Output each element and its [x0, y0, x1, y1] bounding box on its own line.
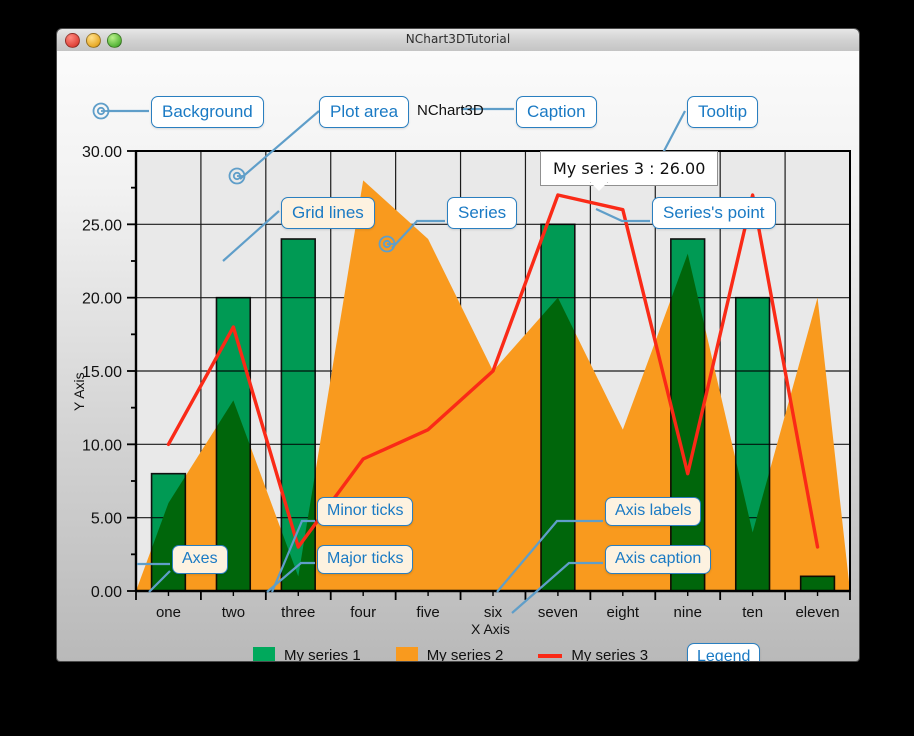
x-axis-label: two	[222, 604, 245, 621]
callout-minor-ticks[interactable]: Minor ticks	[317, 497, 414, 526]
y-axis-caption: Y Axis	[71, 372, 87, 411]
bar[interactable]	[280, 238, 316, 592]
bar[interactable]	[670, 238, 706, 592]
callout-plot-area[interactable]: Plot area	[319, 96, 410, 128]
x-axis-label: four	[350, 604, 376, 621]
legend-label: My series 1	[284, 647, 361, 662]
callout-axes[interactable]: Axes	[172, 545, 228, 574]
bar[interactable]	[734, 296, 771, 592]
x-axis-caption: X Axis	[471, 621, 510, 637]
x-axis-label: five	[416, 604, 439, 621]
legend-item[interactable]: My series 3	[538, 647, 649, 662]
y-axis-label: 20.00	[82, 291, 122, 308]
x-axis-label: six	[484, 604, 503, 621]
legend-item[interactable]: My series 2	[395, 647, 504, 662]
callout-legend[interactable]: Legend	[687, 643, 761, 661]
legend-color-swatch	[253, 647, 275, 661]
y-axis-label: 15.00	[82, 364, 122, 381]
tooltip: My series 3 : 26.00	[540, 151, 719, 186]
window-title: NChart3DTutorial	[405, 32, 511, 46]
callout-axis-labels[interactable]: Axis labels	[605, 497, 702, 526]
x-axis-label: seven	[538, 604, 578, 621]
legend-label: My series 2	[426, 647, 504, 662]
callout-series[interactable]: Series	[447, 197, 518, 229]
y-axis-ticks: 0.00 5.00 10.00 15.00 20.00 25.00 30.00	[82, 144, 136, 601]
bar[interactable]	[540, 223, 576, 592]
callout-tooltip[interactable]: Tooltip	[687, 96, 759, 128]
callout-background[interactable]: Background	[151, 96, 264, 128]
callout-caption[interactable]: Caption	[516, 96, 597, 128]
callout-grid-lines[interactable]: Grid lines	[281, 197, 375, 229]
callout-series-point[interactable]: Series's point	[652, 197, 776, 229]
screen: NChart3DTutorial 0.00 5.00 10.00 15.00 20.00…	[0, 0, 914, 736]
callout-axis-caption[interactable]: Axis caption	[605, 545, 712, 574]
x-axis-ticks: one two three four five six seven eight nine ten e…	[135, 591, 851, 621]
legend-item[interactable]: My series 1	[253, 647, 361, 662]
chart-legend[interactable]: My series 1 My series 2 My series 3	[253, 647, 674, 662]
title-bar[interactable]: NChart3DTutorial	[57, 29, 859, 52]
target-background	[92, 102, 110, 120]
chart-caption: NChart3D	[417, 102, 484, 119]
x-axis-label: ten	[742, 604, 763, 621]
x-axis-label: three	[281, 604, 315, 621]
app-window: NChart3DTutorial 0.00 5.00 10.00 15.00 20.00…	[56, 28, 860, 662]
window-content: 0.00 5.00 10.00 15.00 20.00 25.00 30.00 one two t…	[57, 51, 859, 661]
x-axis-label: nine	[674, 604, 702, 621]
x-axis-label: eight	[607, 604, 640, 621]
callout-major-ticks[interactable]: Major ticks	[317, 545, 414, 574]
x-axis-label: one	[156, 604, 181, 621]
y-axis-label: 30.00	[82, 144, 122, 161]
y-axis-label: 0.00	[91, 584, 122, 601]
y-axis-label: 25.00	[82, 217, 122, 234]
legend-label: My series 3	[571, 647, 649, 662]
y-axis-label: 10.00	[82, 437, 122, 454]
bar[interactable]	[799, 575, 836, 592]
legend-line-swatch	[538, 653, 563, 658]
legend-color-swatch	[395, 647, 418, 661]
x-axis-label: eleven	[795, 604, 839, 621]
y-axis-label: 5.00	[91, 511, 122, 528]
